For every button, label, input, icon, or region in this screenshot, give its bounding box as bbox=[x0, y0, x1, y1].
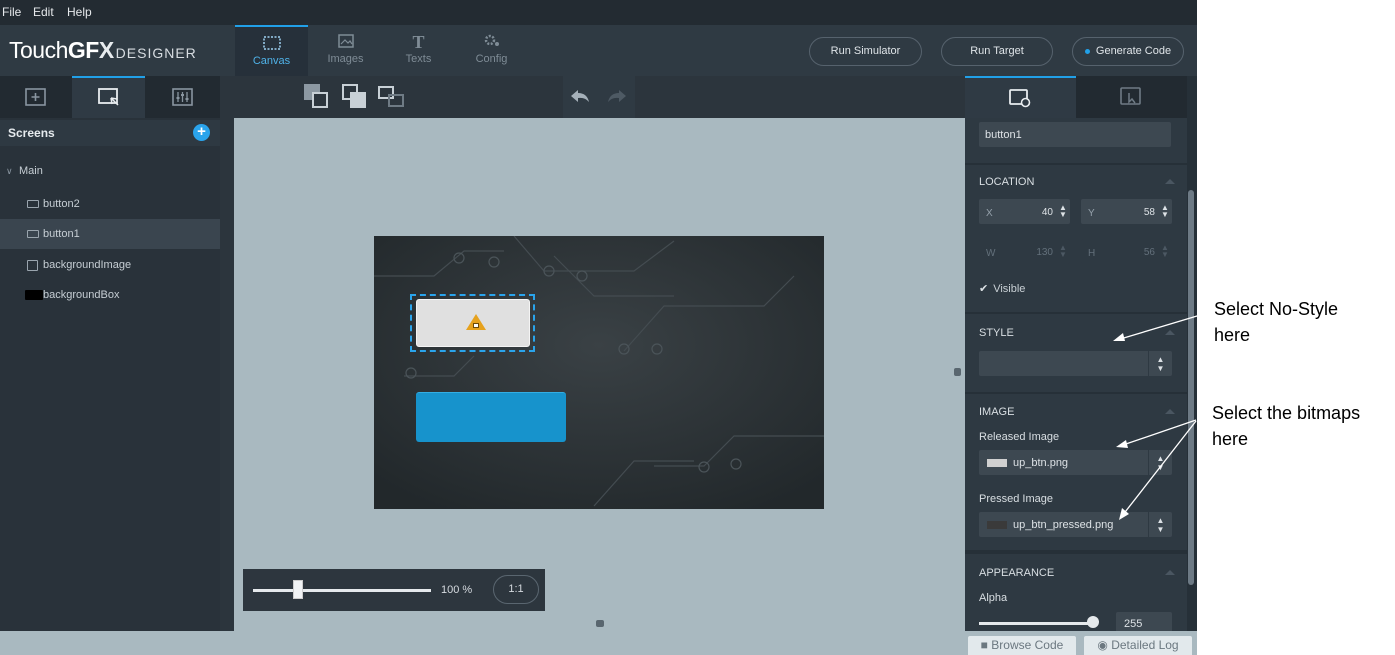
annotation-style-line1: Select No-Style bbox=[1214, 299, 1339, 319]
annotation-style-line2: here bbox=[1214, 325, 1251, 345]
annotation-style-note: Select No-Style here bbox=[1214, 296, 1338, 348]
annotation-arrows bbox=[1113, 312, 1208, 520]
annotation-bitmap-line2: here bbox=[1212, 429, 1249, 449]
annotation-bitmap-line1: Select the bitmaps bbox=[1212, 403, 1361, 423]
annotation-bitmap-note: Select the bitmaps here bbox=[1212, 400, 1360, 452]
